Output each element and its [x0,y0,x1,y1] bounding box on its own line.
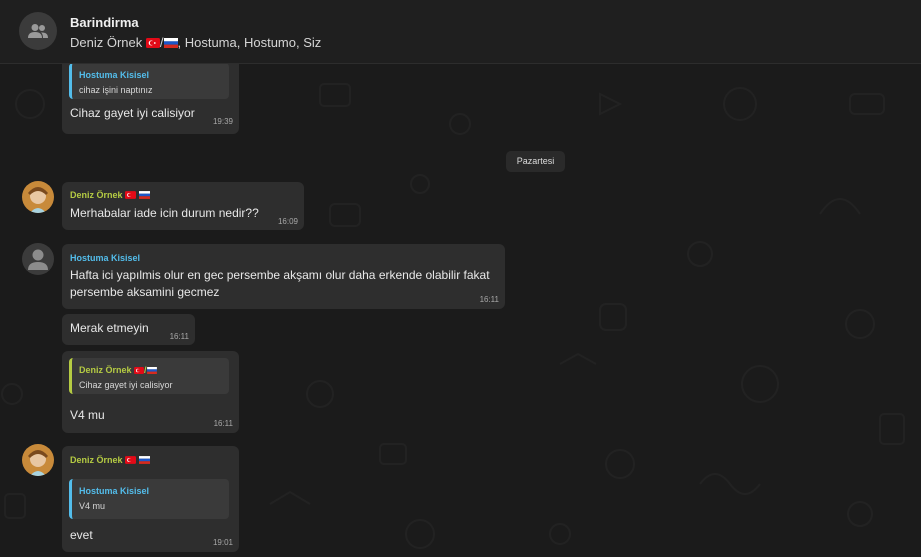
message-time: 16:11 [213,419,233,428]
quoted-message[interactable]: Hostuma Kisisel V4 mu [69,479,229,519]
turkey-flag-icon [125,456,137,466]
sender-name: Deniz Örnek [70,190,150,201]
russia-flag-icon [163,36,178,51]
group-icon [28,24,48,38]
message-text: V4 mu [70,408,105,422]
quoted-sender: Hostuma Kisisel [79,70,150,80]
default-user-icon [28,249,48,270]
avatar-deniz[interactable] [22,181,54,213]
chat-title: Barindirma [70,15,139,30]
message-text: Merak etmeyin [70,321,149,335]
avatar-deniz[interactable] [22,444,54,476]
quoted-text: cihaz işini naptınız [79,85,153,95]
message-bubble[interactable]: Deniz Örnek Hostuma Kisisel V4 mu evet 1… [62,446,239,552]
message-bubble[interactable]: Merak etmeyin 16:11 [62,314,195,345]
member-name-deniz: Deniz Örnek [70,35,143,50]
quoted-sender: Hostuma Kisisel [79,486,150,496]
quoted-message[interactable]: Deniz Örnek / Cihaz gayet iyi calisiyor [69,358,229,394]
message-time: 19:39 [212,117,233,126]
group-avatar[interactable] [19,12,57,50]
message-bubble[interactable]: Hostuma Kisisel cihaz işini naptınız Cih… [62,64,239,134]
avatar-hostuma[interactable] [22,243,54,275]
message-list[interactable]: Hostuma Kisisel cihaz işini naptınız Cih… [0,64,921,557]
message-time: 16:11 [169,332,189,341]
message-time: 16:11 [479,295,499,304]
sender-name: Deniz Örnek [70,455,150,466]
russia-flag-icon [138,191,150,201]
message-text: Hafta ici yapılmis olur en gec persembe … [70,268,490,299]
chat-header[interactable]: Barindirma Deniz Örnek / , Hostuma, Host… [0,0,921,64]
message-text: Cihaz gayet iyi calisiyor [70,106,195,120]
russia-flag-icon [138,456,150,466]
message-bubble[interactable]: Hostuma Kisisel Hafta ici yapılmis olur … [62,244,505,309]
quoted-sender: Deniz Örnek / [79,365,157,376]
member-names-rest: , Hostuma, Hostumo, Siz [177,35,322,50]
turkey-flag-icon [125,191,137,201]
russia-flag-icon [146,366,157,376]
sender-name: Hostuma Kisisel [70,253,141,263]
quoted-message[interactable]: Hostuma Kisisel cihaz işini naptınız [69,64,229,99]
turkey-flag-icon [134,366,144,376]
message-text: evet [70,528,93,542]
date-separator: Pazartesi [506,151,565,172]
message-time: 19:01 [212,538,233,547]
chat-members: Deniz Örnek / , Hostuma, Hostumo, Siz [70,35,321,51]
quoted-text: V4 mu [79,501,106,511]
message-bubble[interactable]: Deniz Örnek Merhabalar iade icin durum n… [62,182,304,230]
message-time: 16:09 [277,217,298,226]
message-text: Merhabalar iade icin durum nedir?? [70,206,259,220]
turkey-flag-icon [145,36,160,51]
quoted-text: Cihaz gayet iyi calisiyor [79,380,173,390]
message-bubble[interactable]: Deniz Örnek / Cihaz gayet iyi calisiyor … [62,351,239,433]
